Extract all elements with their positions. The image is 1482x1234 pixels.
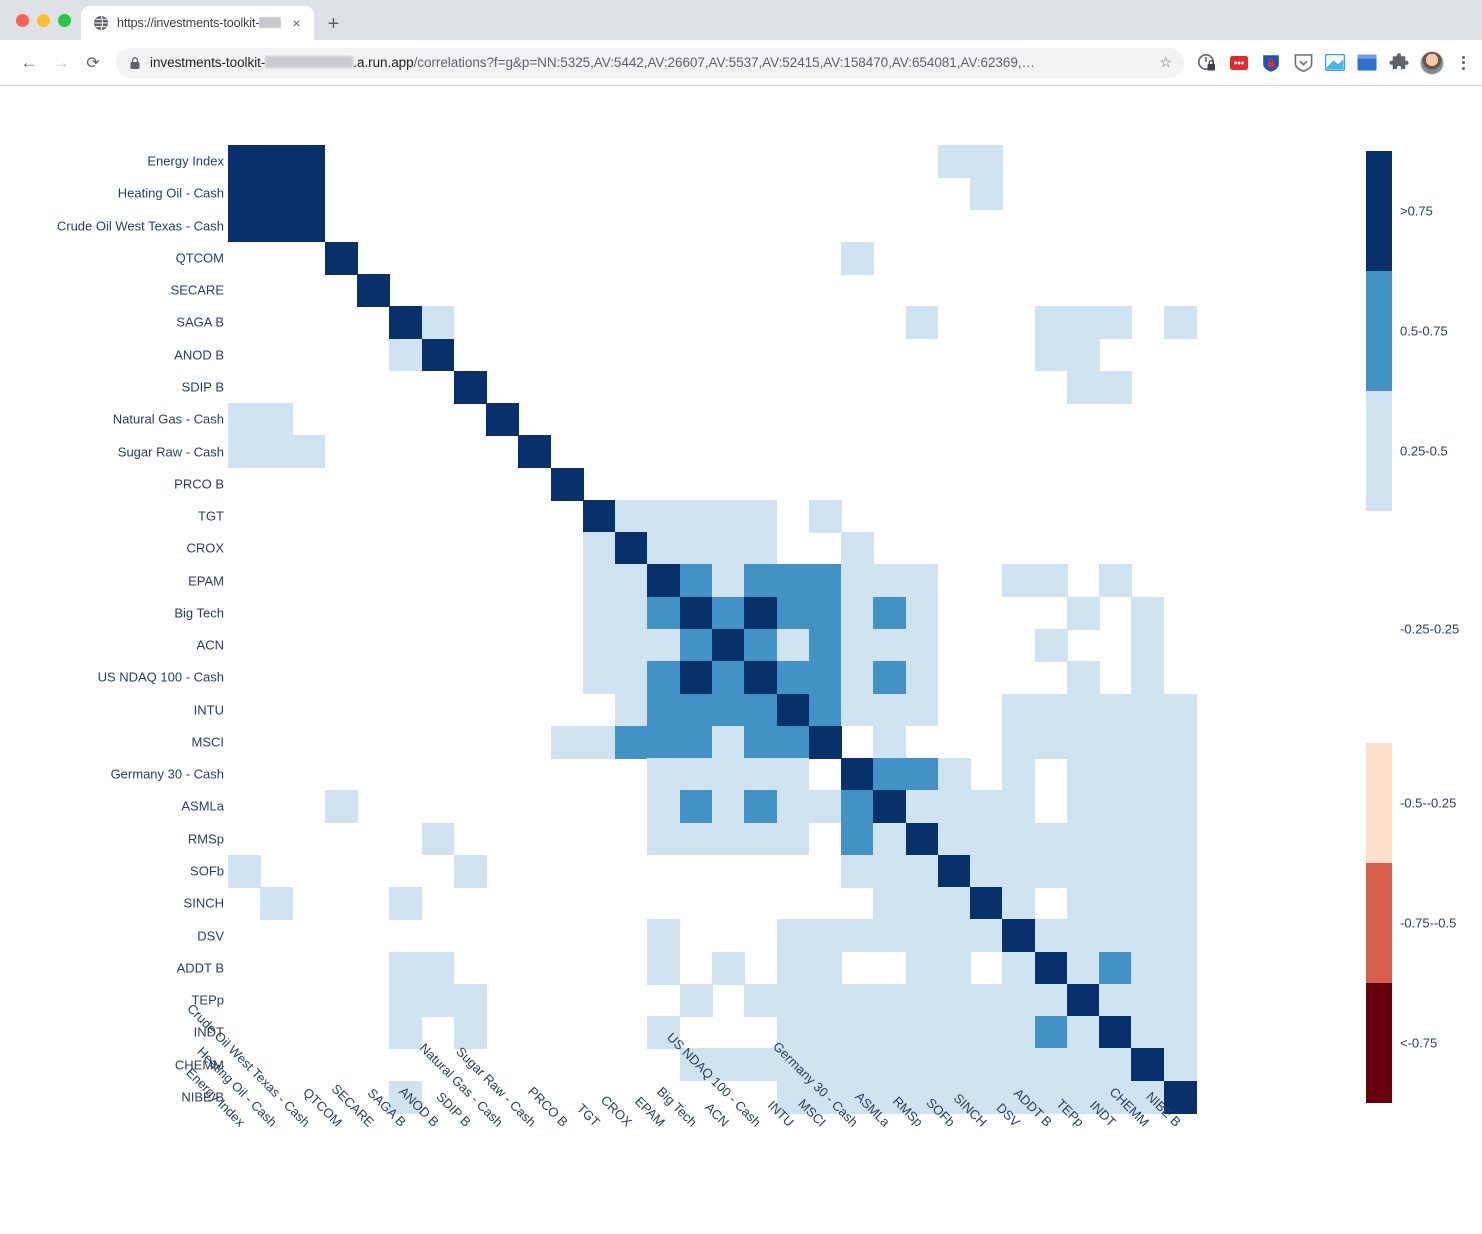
- extensions-area: [1196, 50, 1472, 75]
- maximize-window-button[interactable]: [58, 13, 71, 27]
- kebab-menu-icon[interactable]: [1454, 55, 1472, 70]
- legend-label: <-0.75: [1400, 1035, 1438, 1051]
- url-text: investments-toolkit- .a.run.app/correlati…: [150, 55, 1035, 70]
- close-window-button[interactable]: [16, 13, 29, 27]
- legend-label: -0.75--0.5: [1400, 915, 1457, 931]
- minimize-window-button[interactable]: [37, 13, 50, 27]
- back-button[interactable]: ←: [14, 48, 44, 78]
- bitwarden-icon[interactable]: [1260, 52, 1282, 74]
- address-bar[interactable]: investments-toolkit- .a.run.app/correlati…: [116, 47, 1184, 78]
- legend-swatch: [1366, 863, 1392, 983]
- legend-swatch: [1366, 151, 1392, 271]
- tab-title-redaction: [259, 17, 282, 28]
- toolbar: ← → ⟳ investments-toolkit- .a.run.app/cor…: [0, 40, 1482, 86]
- color-legend: >0.75 0.5-0.75 0.25-0.5 -0.25-0.25 -0.5--0.2…: [0, 87, 1482, 1234]
- lock-icon: [129, 56, 141, 70]
- window-snap-icon[interactable]: [1324, 52, 1346, 74]
- tab-strip: https://investments-toolkit- × +: [0, 0, 1482, 40]
- forward-button[interactable]: →: [46, 48, 76, 78]
- legend-swatch: [1366, 391, 1392, 511]
- legend-label: 0.5-0.75: [1400, 323, 1448, 339]
- browser-tab[interactable]: https://investments-toolkit- ×: [81, 6, 314, 40]
- page-content: Energy Index Heating Oil - Cash Crude Oil …: [0, 87, 1482, 1234]
- legend-swatch: [1366, 743, 1392, 863]
- red-dots-extension-icon[interactable]: [1228, 52, 1250, 74]
- new-tab-button[interactable]: +: [328, 14, 340, 34]
- legend-swatch: [1366, 983, 1392, 1103]
- speed-privacy-icon[interactable]: [1196, 52, 1218, 74]
- legend-swatch: [1366, 271, 1392, 391]
- blue-app-icon[interactable]: [1356, 52, 1378, 74]
- tab-title: https://investments-toolkit-: [117, 16, 282, 30]
- browser-window: https://investments-toolkit- × + ← → ⟳ i…: [0, 0, 1482, 1234]
- star-icon[interactable]: ☆: [1159, 54, 1172, 71]
- legend-label: 0.25-0.5: [1400, 443, 1448, 459]
- shield-extension-icon[interactable]: [1292, 52, 1314, 74]
- window-controls: [10, 0, 81, 40]
- close-tab-button[interactable]: ×: [289, 14, 303, 32]
- puzzle-icon[interactable]: [1388, 52, 1410, 74]
- url-redaction: [265, 56, 354, 68]
- correlation-heatmap: Energy Index Heating Oil - Cash Crude Oil …: [0, 87, 1482, 1234]
- legend-label: -0.5--0.25: [1400, 795, 1457, 811]
- reload-button[interactable]: ⟳: [78, 48, 108, 78]
- legend-label: -0.25-0.25: [1400, 621, 1460, 637]
- globe-icon: [93, 15, 109, 31]
- legend-label: >0.75: [1400, 203, 1433, 219]
- avatar[interactable]: [1420, 50, 1444, 75]
